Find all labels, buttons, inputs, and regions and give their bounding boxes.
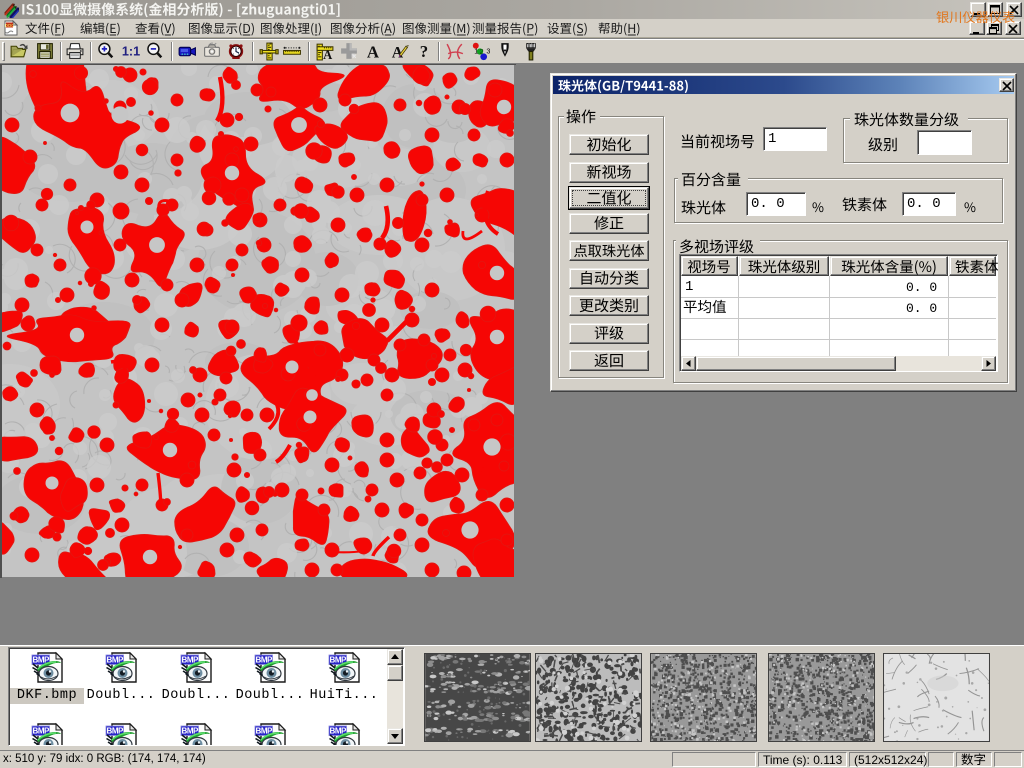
svg-text:1: 1 xyxy=(474,47,478,56)
svg-text:1:1: 1:1 xyxy=(122,45,140,59)
svg-text:?: ? xyxy=(420,42,428,61)
svg-text:DOC: DOC xyxy=(5,23,15,28)
svg-text:2: 2 xyxy=(479,47,483,56)
svg-text:A: A xyxy=(323,48,333,61)
svg-text:A: A xyxy=(367,42,380,61)
svg-text:3: 3 xyxy=(486,47,490,56)
